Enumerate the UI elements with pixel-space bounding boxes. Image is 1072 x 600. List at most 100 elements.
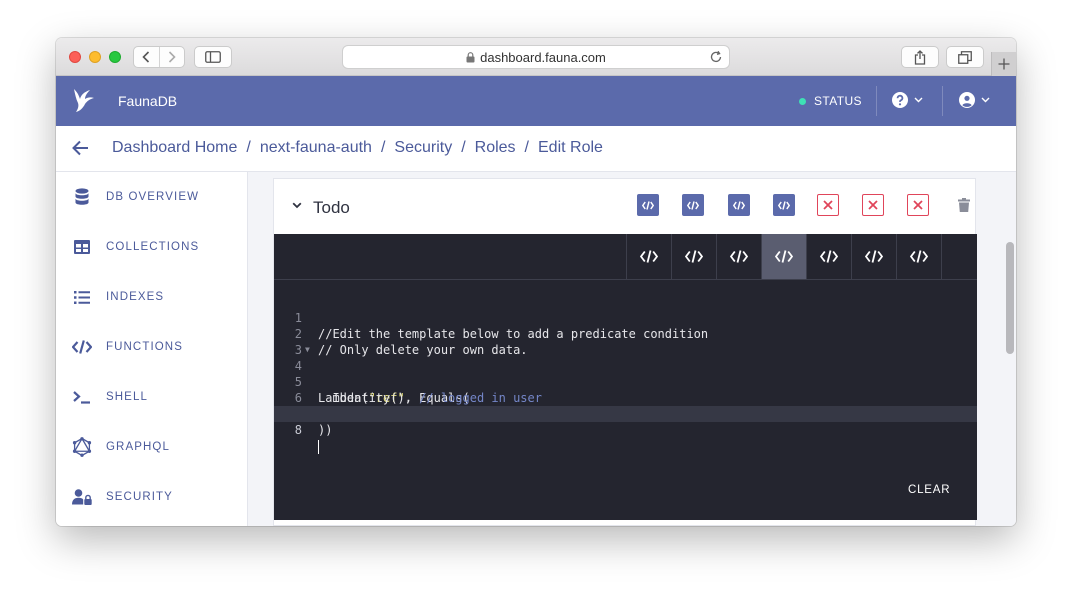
sidebar-item-indexes[interactable]: INDEXES: [56, 272, 247, 322]
brand-name: FaunaDB: [118, 93, 178, 109]
code-icon: [910, 250, 928, 263]
lock-icon: [466, 51, 475, 62]
editor-tab-read[interactable]: [626, 234, 671, 279]
breadcrumb-bar: Dashboard Home / next-fauna-auth / Secur…: [56, 126, 1016, 172]
sidebar: DB OVERVIEW COLLECTIONS INDEXES FUNCTION…: [56, 172, 248, 526]
user-lock-icon: [72, 487, 92, 507]
header-divider: [942, 86, 943, 116]
fold-arrow-icon[interactable]: ▼: [305, 342, 310, 358]
sidebar-item-label: SHELL: [106, 391, 148, 403]
collection-name: Todo: [313, 198, 350, 217]
code-icon: [733, 200, 745, 210]
code-line: 3: [274, 326, 977, 357]
history-nav: [133, 46, 185, 68]
share-icon: [914, 49, 926, 65]
editor-toolbar: [274, 234, 977, 280]
breadcrumb-item[interactable]: next-fauna-auth: [260, 139, 372, 157]
status-label: STATUS: [814, 94, 862, 108]
tab-overview-button[interactable]: [946, 46, 984, 68]
code-icon: [640, 250, 658, 263]
line-number: 8: [294, 423, 302, 437]
breadcrumb-item[interactable]: Roles: [475, 139, 516, 157]
close-window-button[interactable]: [69, 51, 81, 63]
code-icon: [865, 250, 883, 263]
code-icon: [685, 250, 703, 263]
editor-tab-history-read[interactable]: [806, 234, 851, 279]
status-indicator-icon: [799, 97, 806, 105]
share-button[interactable]: [901, 46, 939, 68]
close-icon: [823, 200, 833, 210]
clear-button[interactable]: CLEAR: [908, 484, 950, 496]
code-icon: [820, 250, 838, 263]
help-menu-button[interactable]: [892, 92, 923, 108]
code-icon: [778, 200, 790, 210]
app-header: FaunaDB STATUS: [56, 76, 1016, 126]
breadcrumb-item[interactable]: Dashboard Home: [112, 139, 237, 157]
chevron-down-icon: [914, 97, 923, 103]
arrow-left-icon[interactable]: [72, 140, 89, 156]
card-header: Todo: [274, 179, 977, 235]
code-area[interactable]: 1 //Edit the template below to add a pre…: [274, 294, 977, 454]
editor-tab-delete[interactable]: [761, 234, 806, 279]
sidebar-item-label: FUNCTIONS: [106, 341, 183, 353]
permission-create-toggle[interactable]: [728, 194, 750, 216]
chevron-left-icon: [142, 51, 150, 63]
close-icon: [868, 200, 878, 210]
breadcrumb-separator: /: [380, 139, 386, 156]
code-line: 4 ▼ Lambda("ref", Equals(: [274, 342, 977, 405]
user-circle-icon: [959, 92, 975, 108]
permission-read-toggle[interactable]: [637, 194, 659, 216]
new-tab-button[interactable]: [991, 52, 1016, 76]
code-line-active: 8: [274, 406, 977, 454]
back-button[interactable]: [134, 47, 159, 67]
code-icon: [775, 250, 793, 263]
predicate-editor[interactable]: 1 //Edit the template below to add a pre…: [274, 234, 977, 520]
permission-history-read-toggle[interactable]: [817, 194, 839, 216]
url-text: dashboard.fauna.com: [480, 49, 606, 65]
editor-toolbar-end: [941, 234, 973, 279]
browser-window: dashboard.fauna.com FaunaDB STATUS Dashb…: [56, 38, 1016, 526]
reload-icon[interactable]: [709, 50, 723, 64]
minimize-window-button[interactable]: [89, 51, 101, 63]
sidebar-item-label: COLLECTIONS: [106, 241, 200, 253]
header-divider: [876, 86, 877, 116]
sidebar-item-label: INDEXES: [106, 291, 165, 303]
sidebar-item-shell[interactable]: SHELL: [56, 372, 247, 422]
question-circle-icon: [892, 92, 908, 108]
sidebar-item-graphql[interactable]: GRAPHQL: [56, 422, 247, 472]
permission-unrestricted-read-toggle[interactable]: [907, 194, 929, 216]
chevron-down-icon[interactable]: [292, 202, 302, 209]
sidebar-item-functions[interactable]: FUNCTIONS: [56, 322, 247, 372]
permission-write-toggle[interactable]: [682, 194, 704, 216]
status-link[interactable]: STATUS: [799, 94, 862, 108]
close-icon: [913, 200, 923, 210]
breadcrumb-item[interactable]: Security: [394, 139, 452, 157]
editor-tab-write[interactable]: [671, 234, 716, 279]
permission-delete-toggle[interactable]: [773, 194, 795, 216]
editor-tab-unrestricted-read[interactable]: [896, 234, 941, 279]
vertical-scrollbar[interactable]: [1006, 242, 1014, 354]
editor-tab-create[interactable]: [716, 234, 761, 279]
permission-history-write-toggle[interactable]: [862, 194, 884, 216]
code-icon: [642, 200, 654, 210]
fauna-logo-icon[interactable]: [70, 87, 96, 113]
sidebar-toggle-button[interactable]: [194, 46, 232, 68]
editor-tab-history-write[interactable]: [851, 234, 896, 279]
zoom-window-button[interactable]: [109, 51, 121, 63]
address-bar[interactable]: dashboard.fauna.com: [342, 45, 730, 69]
database-icon: [72, 187, 92, 207]
code-line: 6 Select(["data", "owner"], Get(Var("ref…: [274, 374, 977, 421]
graphql-icon: [72, 437, 92, 457]
code-icon: [72, 337, 92, 357]
table-icon: [72, 237, 92, 257]
terminal-icon: [72, 387, 92, 407]
sidebar-item-db-overview[interactable]: DB OVERVIEW: [56, 172, 247, 222]
role-permission-card: Todo 1 //Edit the template below to add …: [273, 178, 977, 526]
code-line: 5 Identity(), // logged in user: [274, 358, 977, 405]
account-menu-button[interactable]: [959, 92, 990, 108]
sidebar-item-security[interactable]: SECURITY: [56, 472, 247, 522]
forward-button[interactable]: [158, 47, 184, 67]
code-icon: [730, 250, 748, 263]
trash-icon[interactable]: [958, 198, 970, 212]
sidebar-item-collections[interactable]: COLLECTIONS: [56, 222, 247, 272]
